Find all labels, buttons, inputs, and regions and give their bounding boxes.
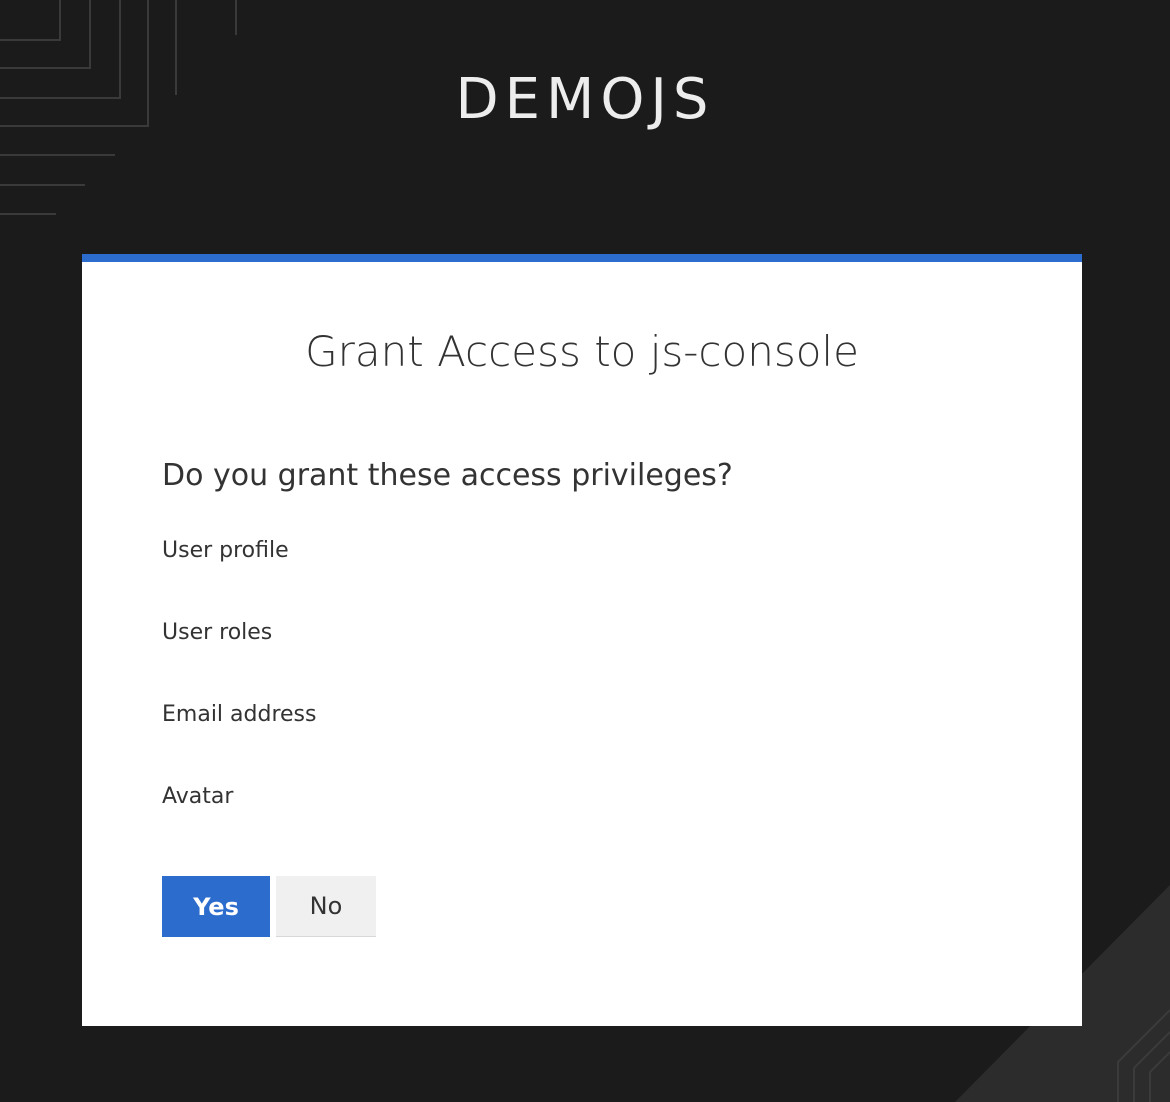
privilege-list: User profile User roles Email address Av… [162,536,316,864]
privilege-item: Avatar [162,784,234,809]
page-title: Grant Access to js-console [305,327,859,376]
privilege-item: User profile [162,538,289,563]
no-button[interactable]: No [276,876,376,937]
consent-card: Grant Access to js-console Do you grant … [82,254,1082,1026]
brand-title: DEMOJS [455,67,715,132]
consent-actions: Yes No [162,876,376,937]
privilege-item: Email address [162,702,317,727]
yes-button[interactable]: Yes [162,876,270,937]
consent-question: Do you grant these access privileges? [162,458,733,493]
privilege-item: User roles [162,620,273,645]
